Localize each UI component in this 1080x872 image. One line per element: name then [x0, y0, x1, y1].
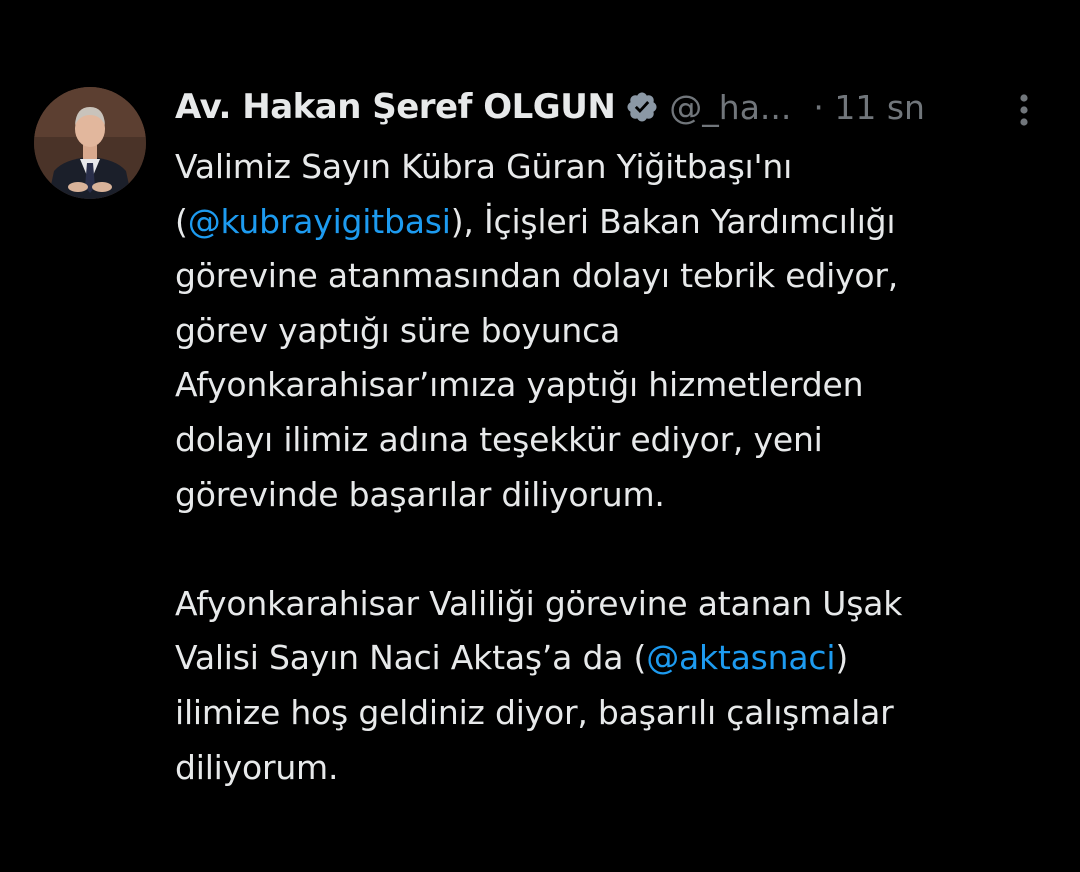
tweet-text-line: ilimize hoş geldiniz diyor, başarılı çal…	[175, 692, 894, 732]
mention-link-kubrayigitbasi[interactable]: @kubrayigitbasi	[188, 202, 451, 241]
tweet-text-line: Valisi Sayın Naci Aktaş’a da (@aktasnaci…	[175, 631, 1055, 686]
tweet-text: Valimiz Sayın Kübra Güran Yiğitbaşı'nı (…	[175, 140, 1055, 795]
tweet-text-line: diliyorum.	[175, 747, 339, 787]
tweet-text-line: Valimiz Sayın Kübra Güran Yiğitbaşı'nı	[175, 147, 793, 186]
tweet-text-fragment: )	[835, 638, 849, 678]
tweet-text-line: Afyonkarahisar Valiliği görevine atanan …	[175, 583, 903, 623]
avatar[interactable]	[34, 87, 146, 199]
avatar-image	[34, 87, 146, 199]
author-display-name[interactable]: Av. Hakan Şeref OLGUN	[175, 87, 616, 127]
verified-badge-icon[interactable]	[625, 90, 659, 124]
tweet-text-fragment: ), İçişleri Bakan Yardımcılığı	[450, 201, 896, 241]
tweet-text-fragment: (	[175, 201, 188, 241]
tweet-text-line: dolayı ilimiz adına teşekkür ediyor, yen…	[175, 419, 823, 459]
mention-link-aktasnaci[interactable]: @aktasnaci	[646, 638, 835, 677]
tweet[interactable]: Av. Hakan Şeref OLGUN @_ha... · 11 sn Va…	[0, 0, 1080, 872]
tweet-text-line: görev yaptığı süre boyunca	[175, 310, 621, 350]
tweet-text-line: görevine atanmasından dolayı tebrik ediy…	[175, 256, 899, 296]
tweet-timestamp[interactable]: · 11 sn	[813, 88, 925, 127]
tweet-text-line: (@kubrayigitbasi), İçişleri Bakan Yardım…	[175, 195, 1055, 250]
author-handle[interactable]: @_ha...	[669, 88, 791, 127]
tweet-text-fragment: Valisi Sayın Naci Aktaş’a da (	[175, 638, 647, 678]
more-options-icon[interactable]	[1010, 90, 1038, 130]
tweet-text-line: görevinde başarılar diliyorum.	[175, 474, 665, 514]
tweet-text-line: Afyonkarahisar’ımıza yaptığı hizmetlerde…	[175, 365, 864, 405]
tweet-header: Av. Hakan Şeref OLGUN @_ha... · 11 sn	[175, 82, 1045, 132]
